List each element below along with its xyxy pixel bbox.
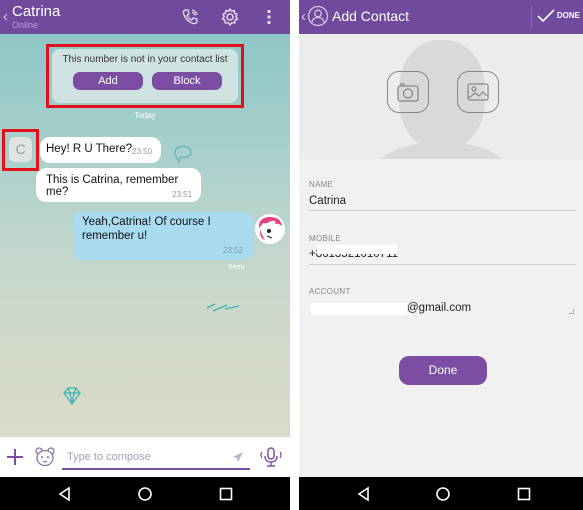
message-time: 23:50 — [132, 147, 153, 156]
user-avatar[interactable] — [255, 214, 285, 244]
plus-icon[interactable] — [6, 448, 24, 466]
chat-bubble-doodle-icon — [174, 145, 192, 164]
unknown-number-text: This number is not in your contact list — [62, 54, 228, 65]
chat-contact-status: Online — [12, 20, 39, 30]
composer-bar: Type to compose — [0, 437, 290, 477]
message-bubble[interactable]: This is Catrina, remember me? 23:51 — [36, 168, 201, 202]
name-label: NAME — [309, 180, 334, 189]
contact-photo-area — [299, 34, 583, 159]
message-time: 23:51 — [172, 190, 193, 199]
message-bubble-outgoing[interactable]: Yeah,Catrina! Of course I remember u! 23… — [73, 212, 253, 260]
back-icon[interactable] — [355, 485, 373, 503]
contact-avatar[interactable]: C — [9, 137, 32, 162]
message-time: 23:52 — [223, 246, 244, 255]
mobile-underline — [309, 264, 576, 265]
name-input[interactable]: Catrina — [309, 195, 346, 207]
more-vertical-icon[interactable] — [259, 7, 279, 27]
system-nav-bar — [0, 477, 290, 510]
home-icon[interactable] — [434, 485, 452, 503]
diamond-icon — [63, 387, 81, 406]
add-contact-app-bar: ‹ Add Contact DONE — [299, 0, 583, 34]
add-contact-screen: ‹ Add Contact DONE NAME Catrina MOBILE +… — [299, 0, 583, 510]
redaction — [311, 303, 407, 315]
back-icon[interactable] — [56, 485, 74, 503]
contact-person-icon — [307, 5, 329, 27]
divider — [531, 6, 532, 28]
date-divider: Today — [134, 111, 156, 120]
recents-icon[interactable] — [217, 485, 235, 503]
chat-contact-name[interactable]: Catrina — [12, 3, 60, 20]
cartoon-avatar-icon — [258, 217, 282, 240]
chat-screen: ‹ Catrina Online This number is not in y… — [0, 0, 290, 510]
block-button[interactable]: Block — [152, 72, 222, 90]
system-nav-bar — [299, 477, 583, 510]
redaction — [317, 245, 397, 254]
message-text: Hey! R U There? — [46, 143, 133, 155]
doodle-strokes-icon — [206, 303, 240, 312]
message-seen-status: Seen — [228, 264, 245, 271]
mobile-label: MOBILE — [309, 234, 342, 243]
microphone-icon[interactable] — [259, 445, 283, 469]
name-underline — [309, 210, 576, 211]
done-button[interactable]: Done — [399, 356, 487, 385]
chat-app-bar: ‹ Catrina Online — [0, 0, 290, 34]
avatar-placeholder-body — [374, 142, 509, 159]
camera-icon — [397, 83, 419, 102]
message-text-line: remember u! — [82, 230, 148, 242]
take-photo-button[interactable] — [387, 71, 429, 113]
unknown-number-banner: This number is not in your contact list … — [52, 49, 238, 103]
chat-message-area: This number is not in your contact list … — [0, 34, 290, 437]
back-chevron-icon[interactable]: ‹ — [301, 8, 306, 25]
recents-icon[interactable] — [515, 485, 533, 503]
bear-icon[interactable] — [34, 446, 56, 468]
avatar-highlight: C — [2, 129, 39, 171]
message-text-line: Yeah,Catrina! Of course I — [82, 216, 211, 228]
back-chevron-icon[interactable]: ‹ — [3, 8, 8, 25]
add-contact-button[interactable]: Add — [73, 72, 143, 90]
send-icon[interactable] — [232, 451, 244, 463]
compose-input[interactable]: Type to compose — [62, 447, 250, 470]
unknown-number-highlight: This number is not in your contact list … — [46, 44, 244, 108]
account-label: ACCOUNT — [309, 287, 351, 296]
image-icon — [467, 83, 489, 101]
account-input[interactable]: @gmail.com — [407, 302, 471, 314]
checkmark-icon[interactable] — [537, 9, 555, 23]
choose-photo-button[interactable] — [457, 71, 499, 113]
compose-placeholder: Type to compose — [67, 451, 151, 463]
resize-handle-icon — [569, 309, 574, 314]
done-top-button[interactable]: DONE — [557, 11, 580, 20]
page-title: Add Contact — [332, 8, 410, 24]
phone-icon[interactable] — [180, 7, 200, 27]
home-icon[interactable] — [136, 485, 154, 503]
gear-icon[interactable] — [220, 7, 240, 27]
message-bubble[interactable]: Hey! R U There? 23:50 — [40, 137, 161, 163]
